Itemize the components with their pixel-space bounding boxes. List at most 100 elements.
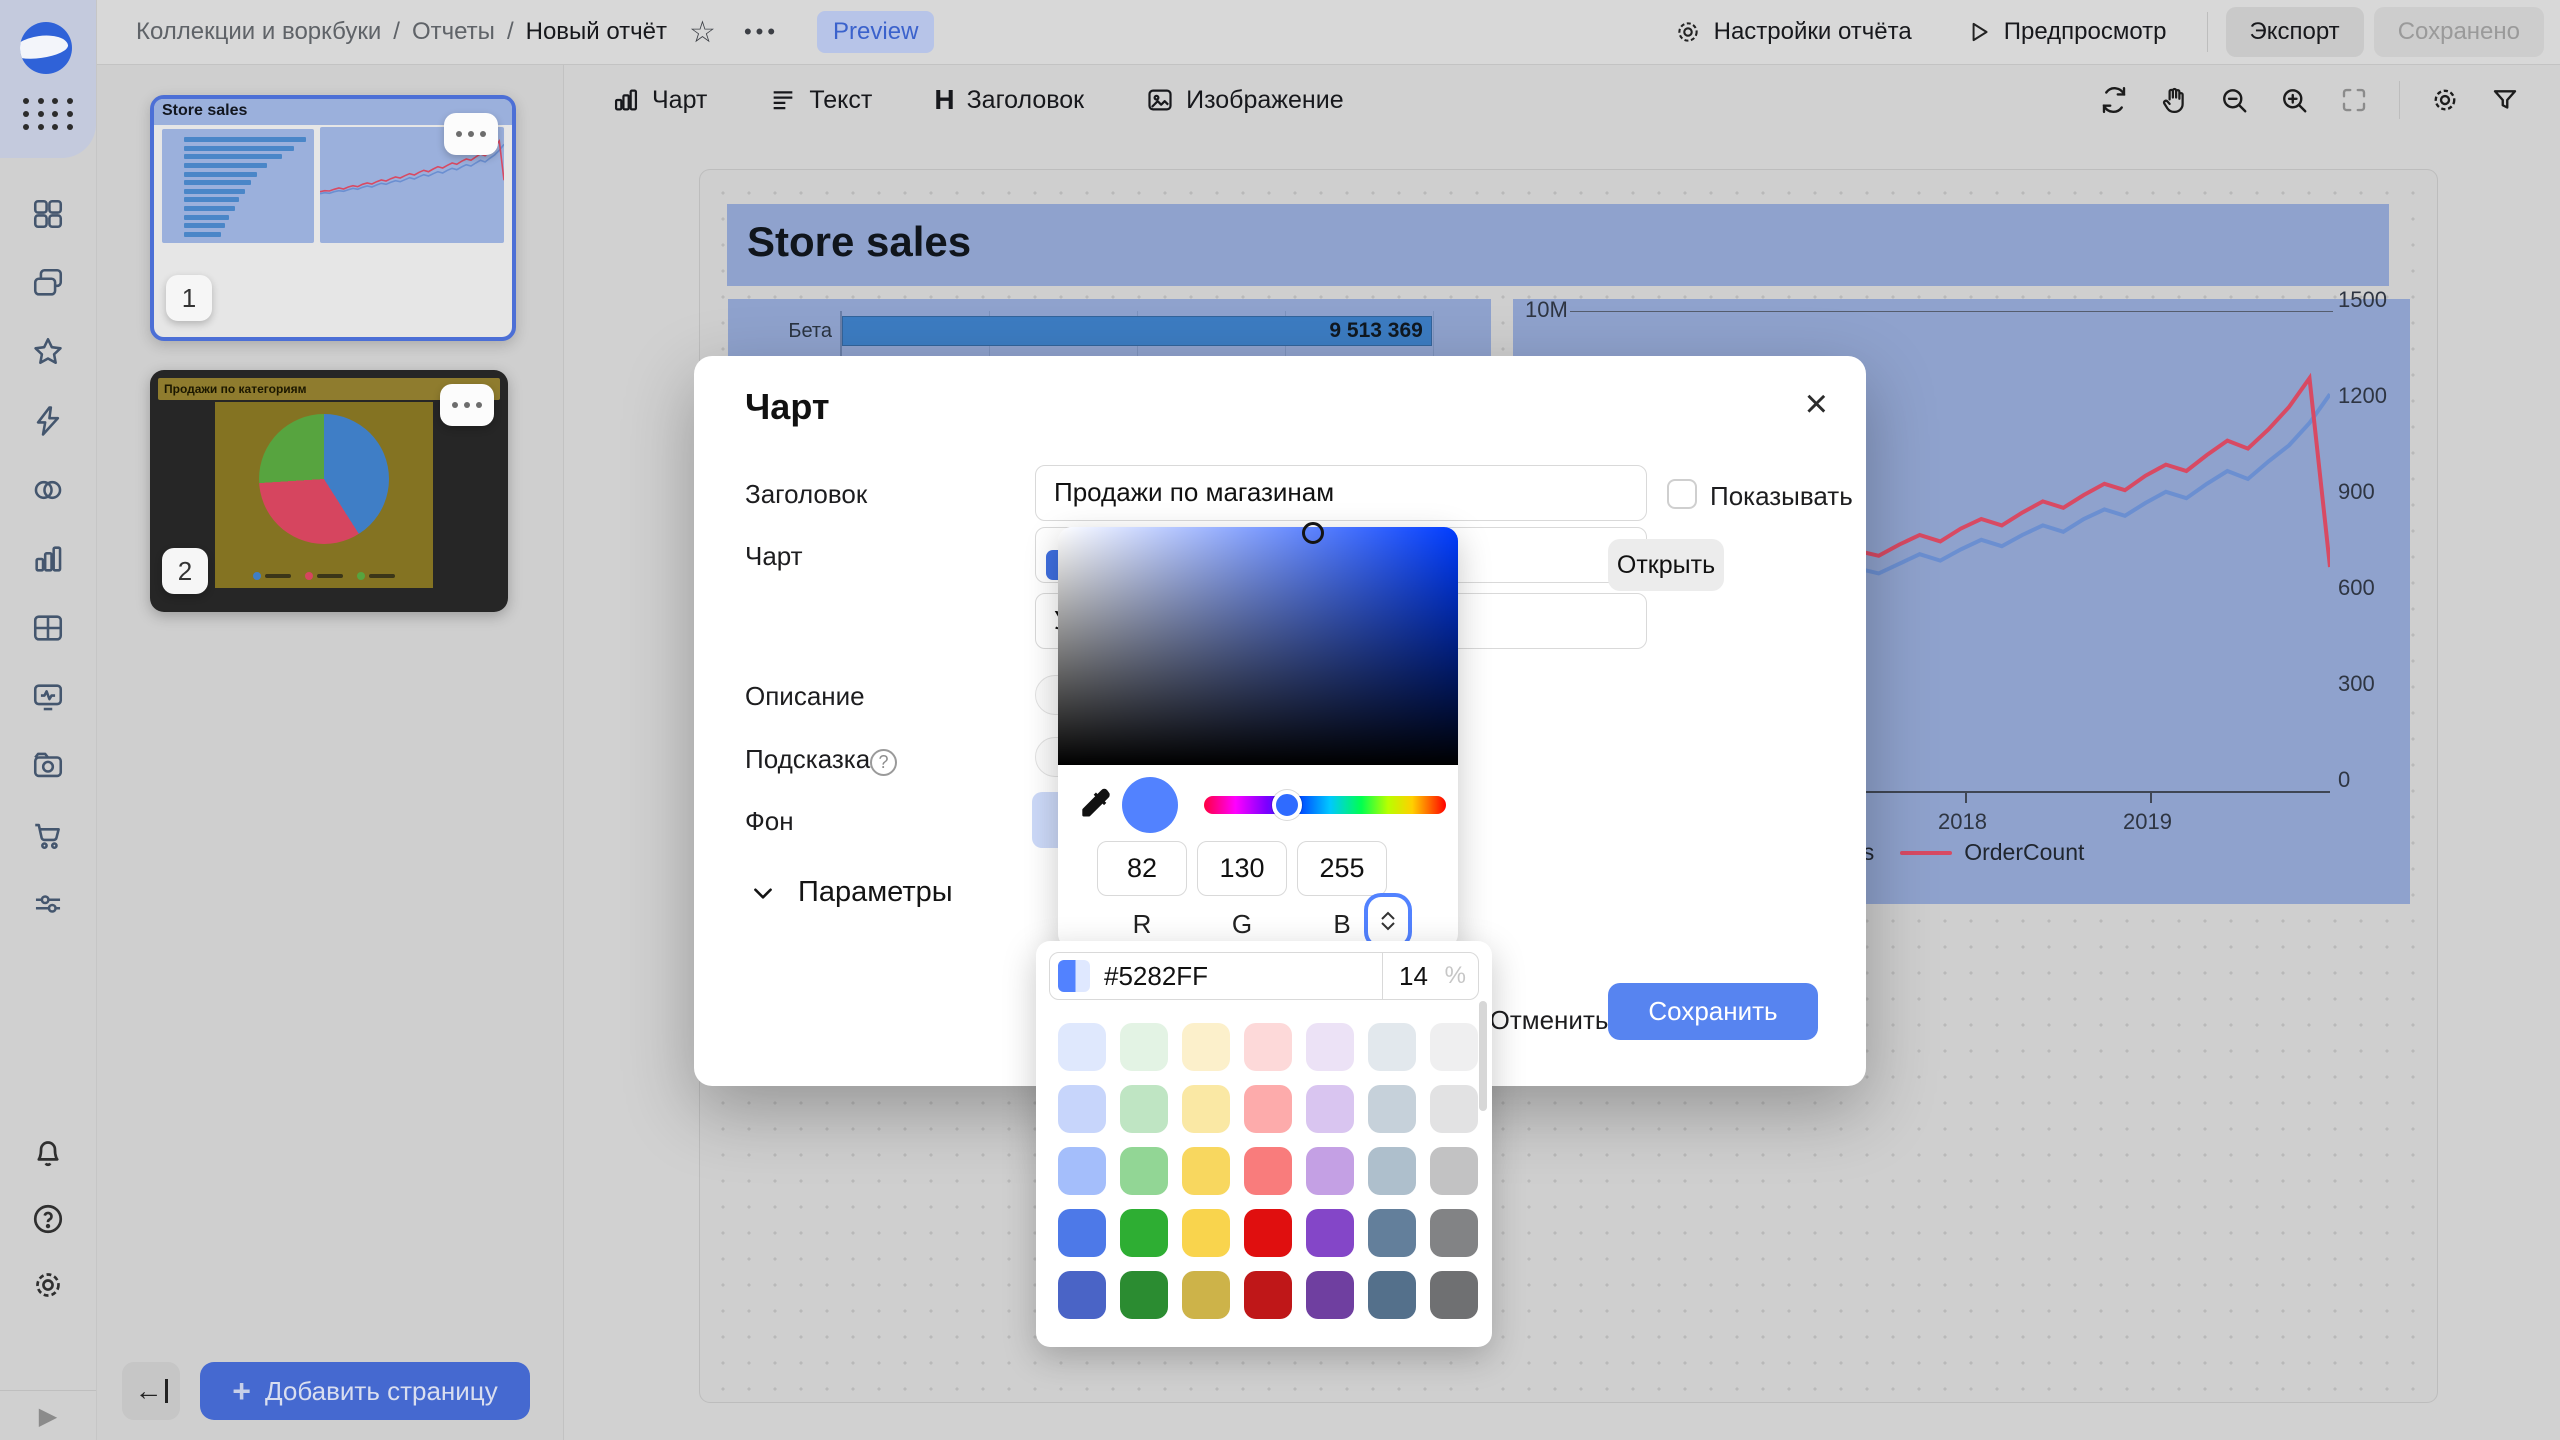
preview-button[interactable]: Предпросмотр bbox=[1944, 0, 2189, 64]
breadcrumb-reports[interactable]: Отчеты bbox=[412, 18, 495, 46]
sidebar-expand-button[interactable]: ▶ bbox=[0, 1390, 96, 1440]
color-swatch[interactable] bbox=[1306, 1147, 1354, 1195]
color-swatch[interactable] bbox=[1430, 1023, 1478, 1071]
hue-slider-thumb[interactable] bbox=[1272, 790, 1302, 820]
color-swatch[interactable] bbox=[1120, 1147, 1168, 1195]
sidebar-item-dashboards[interactable] bbox=[30, 196, 66, 232]
insert-chart-button[interactable]: Чарт bbox=[612, 86, 707, 115]
page-thumbnail-2[interactable]: Продажи по категориям 2 bbox=[150, 370, 508, 612]
sidebar-item-marketplace[interactable] bbox=[30, 817, 66, 853]
thumb1-menu-button[interactable] bbox=[444, 113, 498, 155]
sidebar-item-services[interactable] bbox=[30, 886, 66, 922]
insert-image-button[interactable]: Изображение bbox=[1146, 86, 1343, 115]
red-input[interactable]: 82 bbox=[1097, 841, 1187, 896]
export-button[interactable]: Экспорт bbox=[2226, 7, 2364, 57]
sidebar-item-charts[interactable] bbox=[30, 541, 66, 577]
thumb2-menu-button[interactable] bbox=[440, 384, 494, 426]
alpha-field[interactable]: 14 % bbox=[1382, 953, 1478, 999]
page-thumbnail-1[interactable]: Store sales 1 bbox=[150, 95, 516, 341]
more-menu-icon[interactable]: ••• bbox=[744, 19, 779, 45]
favorite-star-icon[interactable]: ☆ bbox=[689, 15, 716, 50]
saturation-field[interactable] bbox=[1058, 527, 1458, 765]
color-swatch[interactable] bbox=[1182, 1209, 1230, 1257]
color-swatch[interactable] bbox=[1368, 1085, 1416, 1133]
help-button[interactable] bbox=[31, 1202, 65, 1236]
show-title-checkbox[interactable] bbox=[1667, 479, 1697, 509]
fullscreen-icon[interactable] bbox=[2339, 85, 2369, 115]
color-swatch[interactable] bbox=[1120, 1271, 1168, 1319]
gear-icon[interactable] bbox=[2430, 85, 2460, 115]
params-section-header[interactable]: Параметры bbox=[750, 876, 953, 909]
report-settings-button[interactable]: Настройки отчёта bbox=[1652, 0, 1934, 64]
color-swatch[interactable] bbox=[1120, 1023, 1168, 1071]
bar: 9 513 369 bbox=[842, 316, 1432, 346]
color-swatch[interactable] bbox=[1244, 1023, 1292, 1071]
eyedropper-icon[interactable] bbox=[1076, 785, 1112, 821]
bar-chart-icon bbox=[31, 542, 65, 576]
saturation-pointer[interactable] bbox=[1302, 522, 1324, 544]
datalens-logo[interactable] bbox=[20, 22, 72, 74]
collapse-panel-button[interactable]: ← bbox=[122, 1362, 180, 1420]
color-swatch[interactable] bbox=[1368, 1209, 1416, 1257]
sidebar-item-tables[interactable] bbox=[30, 610, 66, 646]
color-swatch[interactable] bbox=[1430, 1209, 1478, 1257]
color-swatch[interactable] bbox=[1182, 1271, 1230, 1319]
color-swatch[interactable] bbox=[1058, 1209, 1106, 1257]
help-circle-icon[interactable]: ? bbox=[870, 749, 897, 776]
color-swatch[interactable] bbox=[1058, 1085, 1106, 1133]
color-swatch[interactable] bbox=[1120, 1209, 1168, 1257]
sidebar-item-datasets[interactable] bbox=[30, 472, 66, 508]
color-swatch[interactable] bbox=[1120, 1085, 1168, 1133]
apps-grid-icon[interactable] bbox=[22, 98, 74, 130]
hand-icon[interactable] bbox=[2159, 85, 2189, 115]
refresh-icon[interactable] bbox=[2099, 85, 2129, 115]
color-swatch[interactable] bbox=[1306, 1085, 1354, 1133]
insert-text-button[interactable]: Текст bbox=[769, 86, 872, 115]
save-button[interactable]: Сохранить bbox=[1608, 983, 1818, 1040]
zoom-in-icon[interactable] bbox=[2279, 85, 2309, 115]
hue-slider[interactable] bbox=[1204, 796, 1446, 814]
sidebar-item-favorites[interactable] bbox=[30, 334, 66, 370]
color-swatch[interactable] bbox=[1244, 1085, 1292, 1133]
color-swatch[interactable] bbox=[1306, 1209, 1354, 1257]
popover-scrollbar[interactable] bbox=[1479, 1001, 1487, 1111]
sidebar-item-media[interactable] bbox=[30, 748, 66, 784]
title-widget[interactable]: Store sales bbox=[727, 204, 2389, 286]
insert-heading-button[interactable]: H Заголовок bbox=[934, 84, 1084, 116]
sidebar-item-collections[interactable] bbox=[30, 265, 66, 301]
color-swatch[interactable] bbox=[1058, 1023, 1106, 1071]
color-swatch[interactable] bbox=[1058, 1271, 1106, 1319]
zoom-out-icon[interactable] bbox=[2219, 85, 2249, 115]
add-page-button[interactable]: + Добавить страницу bbox=[200, 1362, 530, 1420]
color-swatch[interactable] bbox=[1182, 1085, 1230, 1133]
breadcrumb-collections[interactable]: Коллекции и воркбуки bbox=[136, 18, 381, 46]
color-swatch[interactable] bbox=[1430, 1085, 1478, 1133]
color-swatch[interactable] bbox=[1368, 1023, 1416, 1071]
close-icon[interactable]: × bbox=[1805, 384, 1828, 424]
color-swatch[interactable] bbox=[1058, 1147, 1106, 1195]
header-input[interactable]: Продажи по магазинам bbox=[1035, 465, 1647, 521]
blue-input[interactable]: 255 bbox=[1297, 841, 1387, 896]
color-swatch[interactable] bbox=[1368, 1147, 1416, 1195]
color-swatch[interactable] bbox=[1430, 1271, 1478, 1319]
color-swatch[interactable] bbox=[1306, 1271, 1354, 1319]
color-swatch[interactable] bbox=[1182, 1023, 1230, 1071]
color-swatch[interactable] bbox=[1306, 1023, 1354, 1071]
settings-button[interactable] bbox=[31, 1268, 65, 1302]
color-swatch[interactable] bbox=[1430, 1147, 1478, 1195]
notifications-button[interactable] bbox=[31, 1136, 65, 1170]
green-input[interactable]: 130 bbox=[1197, 841, 1287, 896]
sidebar-item-connections[interactable] bbox=[30, 403, 66, 439]
color-swatch[interactable] bbox=[1244, 1271, 1292, 1319]
hex-color-field[interactable]: #5282FF 14 % bbox=[1049, 952, 1479, 1000]
cancel-button[interactable]: Отменить bbox=[1474, 992, 1624, 1048]
color-swatch[interactable] bbox=[1244, 1147, 1292, 1195]
open-button[interactable]: Открыть bbox=[1608, 539, 1724, 591]
color-swatch[interactable] bbox=[1368, 1271, 1416, 1319]
gear-icon bbox=[31, 1268, 65, 1302]
color-swatch[interactable] bbox=[1182, 1147, 1230, 1195]
color-swatch[interactable] bbox=[1244, 1209, 1292, 1257]
color-mode-stepper[interactable] bbox=[1368, 897, 1408, 945]
filter-icon[interactable] bbox=[2490, 85, 2520, 115]
sidebar-item-monitoring[interactable] bbox=[30, 679, 66, 715]
